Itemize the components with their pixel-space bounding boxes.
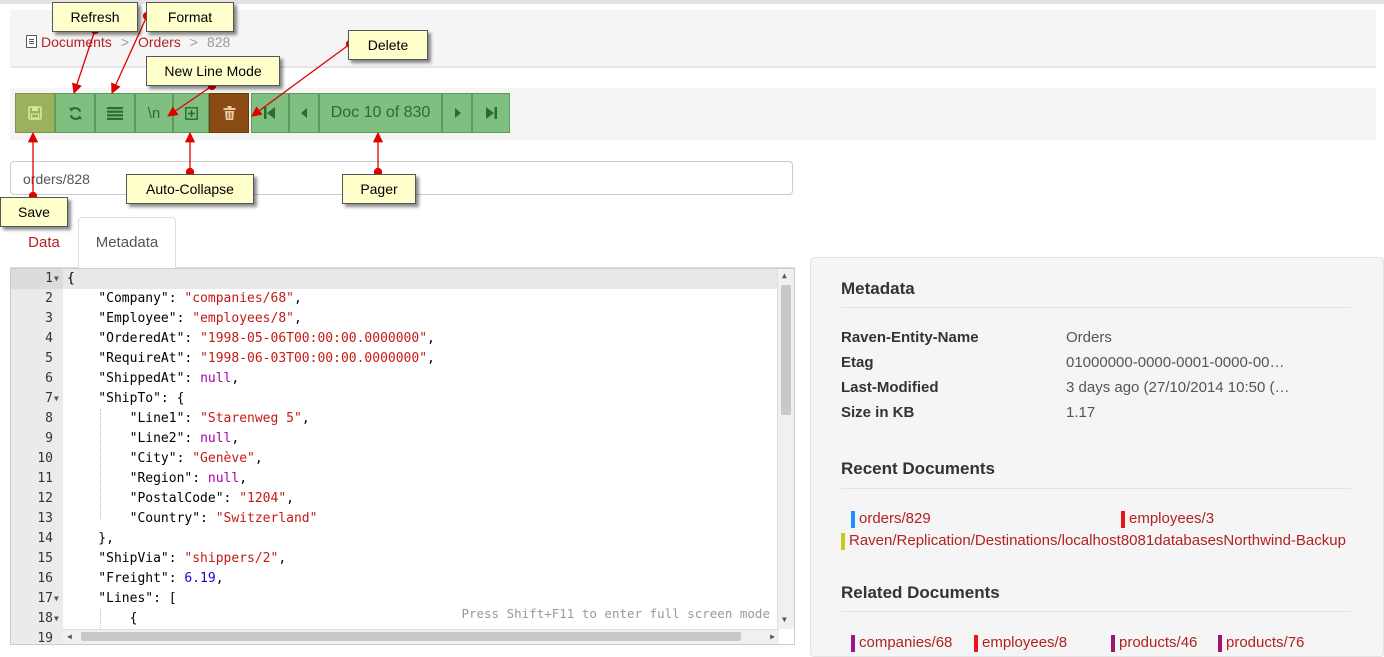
callout-pager: Pager	[342, 174, 416, 204]
callout-new-line-mode: New Line Mode	[146, 56, 280, 86]
callout-save: Save	[0, 197, 68, 227]
callout-auto-collapse: Auto-Collapse	[126, 174, 254, 204]
callout-delete: Delete	[348, 30, 428, 60]
callout-format: Format	[146, 2, 234, 32]
callout-refresh: Refresh	[52, 2, 138, 32]
annotation-arrows	[27, 11, 384, 201]
